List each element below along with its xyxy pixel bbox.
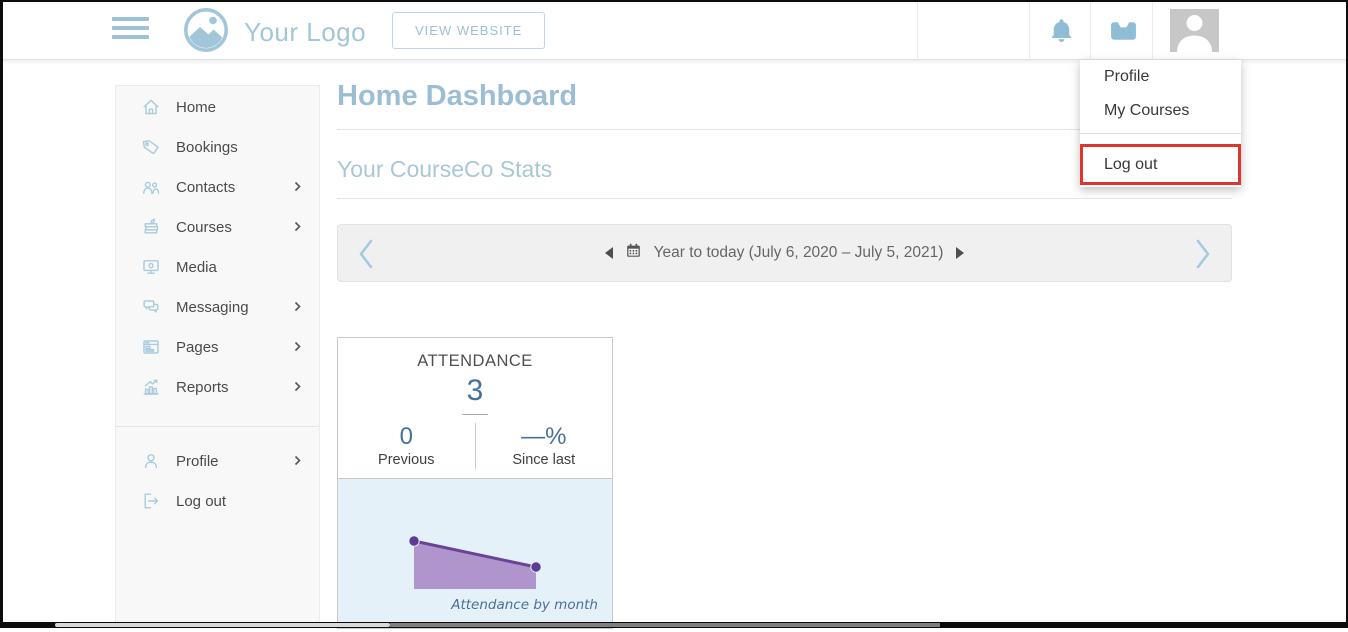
menu-icon[interactable] [112,17,149,43]
logo-image-icon [182,6,230,59]
sidebar-item-label: Messaging [176,299,294,316]
sidebar: Home Bookings Contacts [115,85,320,628]
attendance-stats-card: ATTENDANCE 3 0 Previous —% Since last [337,337,613,629]
chart-caption: Attendance by month [451,597,598,613]
sidebar-item-label: Home [176,99,301,116]
topbar-divider [917,0,918,60]
sidebar-item-messaging[interactable]: Messaging [116,287,319,327]
sidebar-item-profile[interactable]: Profile [116,441,319,481]
menu-item-profile[interactable]: Profile [1080,60,1241,94]
menu-item-my-courses[interactable]: My Courses [1080,94,1241,128]
sidebar-divider [116,426,319,427]
since-last-stat: —% Since last [476,423,613,468]
topbar-divider [1152,0,1153,60]
sidebar-item-bookings[interactable]: Bookings [116,127,319,167]
chevron-right-icon [294,299,301,316]
bell-icon[interactable] [1048,17,1075,49]
person-icon [141,451,161,471]
chevron-right-icon [294,339,301,356]
attendance-point [409,536,419,546]
sidebar-item-label: Log out [176,493,301,510]
sidebar-item-pages[interactable]: Pages [116,327,319,367]
horizontal-scrollbar-thumb[interactable] [55,623,390,627]
card-title: ATTENDANCE [338,338,612,371]
sidebar-item-label: Reports [176,379,294,396]
next-arrow-icon[interactable] [956,247,964,259]
chevron-right-icon [294,179,301,196]
chat-icon [141,297,161,317]
menu-divider [1080,133,1241,134]
logo-text: Your Logo [244,17,366,48]
chart-icon [141,377,161,397]
divider [337,198,1232,199]
prev-arrow-icon[interactable] [605,247,613,259]
previous-label: Previous [338,452,475,468]
prev-period-chevron-icon[interactable] [358,239,374,274]
sidebar-item-home[interactable]: Home [116,87,319,127]
horizontal-scrollbar-track[interactable] [390,623,940,627]
logout-icon [141,491,161,511]
logo[interactable]: Your Logo [182,6,366,59]
people-icon [141,177,161,197]
logout-highlight-annotation: Log out [1080,144,1241,185]
sidebar-item-reports[interactable]: Reports [116,367,319,407]
home-icon [141,97,161,117]
divider [462,414,488,415]
attendance-chart: Attendance by month [338,478,612,628]
monitor-icon [141,257,161,277]
date-range-label[interactable]: Year to today (July 6, 2020 – July 5, 20… [654,244,944,262]
browser-icon [141,337,161,357]
user-dropdown-menu: Profile My Courses Log out [1080,60,1241,187]
chevron-right-icon [294,379,301,396]
sidebar-item-contacts[interactable]: Contacts [116,167,319,207]
attendance-value: 3 [338,374,612,408]
top-bar: Your Logo VIEW WEBSITE [0,0,1348,60]
previous-value: 0 [338,423,475,451]
view-website-button[interactable]: VIEW WEBSITE [392,12,545,49]
sidebar-item-label: Profile [176,453,294,470]
window-border [0,0,3,628]
topbar-divider [1029,0,1030,60]
sidebar-item-label: Contacts [176,179,294,196]
sidebar-item-log-out[interactable]: Log out [116,481,319,521]
next-period-chevron-icon[interactable] [1195,239,1211,274]
tag-icon [141,137,161,157]
window-border [0,0,1348,2]
books-icon [141,217,161,237]
calendar-icon [626,243,641,263]
attendance-point [531,562,541,572]
chevron-right-icon [294,453,301,470]
sidebar-item-courses[interactable]: Courses [116,207,319,247]
date-range-bar: Year to today (July 6, 2020 – July 5, 20… [337,224,1232,282]
chevron-right-icon [294,219,301,236]
sidebar-item-media[interactable]: Media [116,247,319,287]
since-last-value: —% [476,423,613,451]
sidebar-item-label: Bookings [176,139,301,156]
previous-stat: 0 Previous [338,423,475,468]
sidebar-item-label: Media [176,259,301,276]
sidebar-item-label: Pages [176,339,294,356]
inbox-icon[interactable] [1109,19,1138,48]
attendance-area [414,541,536,589]
avatar[interactable] [1170,9,1219,52]
sidebar-item-label: Courses [176,219,294,236]
attendance-summary: ATTENDANCE 3 0 Previous —% Since last [338,338,612,478]
topbar-divider [1090,0,1091,60]
since-last-label: Since last [476,452,613,468]
menu-item-log-out[interactable]: Log out [1083,147,1238,182]
